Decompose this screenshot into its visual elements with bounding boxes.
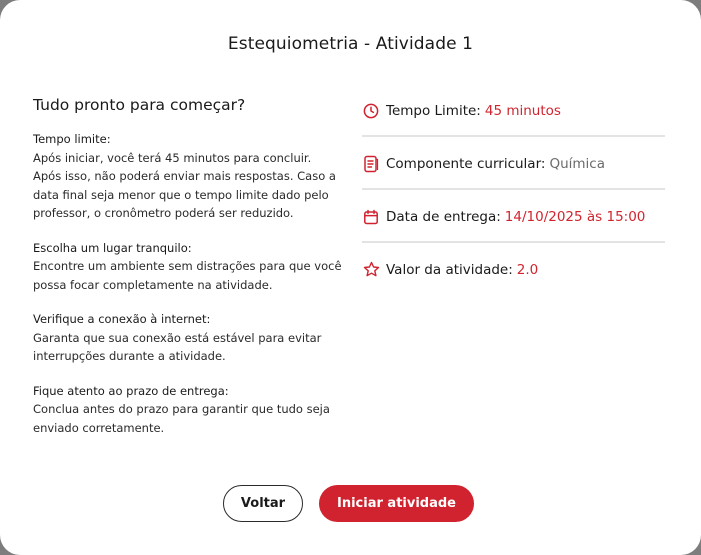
start-activity-button[interactable]: Iniciar atividade — [319, 485, 474, 522]
modal-title: Estequiometria - Atividade 1 — [227, 34, 474, 54]
grade-label: Valor da atividade: — [386, 261, 513, 278]
divider — [362, 188, 665, 190]
divider — [362, 241, 665, 243]
time-limit-value: 45 minutos — [484, 102, 561, 119]
grade-row: Valor da atividade: 2.0 — [362, 251, 665, 288]
instruction-block: Verifique a conexão à internet: Garanta … — [33, 310, 343, 366]
component-label: Componente curricular: — [386, 155, 546, 172]
back-button[interactable]: Voltar — [223, 485, 303, 522]
instruction-body: Garanta que sua conexão está estável par… — [33, 330, 322, 364]
instructions-panel: Tudo pronto para começar? Tempo limite: … — [33, 96, 343, 453]
instruction-body: Após iniciar, você terá 45 minutos para … — [33, 150, 336, 221]
instruction-title: Fique atento ao prazo de entrega: — [33, 383, 229, 398]
star-icon — [362, 261, 380, 279]
instruction-body: Encontre um ambiente sem distrações para… — [33, 259, 342, 292]
instruction-title: Tempo limite: — [33, 132, 111, 146]
component-row: Componente curricular: Química — [362, 145, 665, 182]
grade-value: 2.0 — [516, 261, 539, 278]
component-value: Química — [549, 155, 605, 172]
time-limit-label: Tempo Limite: — [386, 102, 481, 119]
instruction-block: Fique atento ao prazo de entrega: Conclu… — [33, 382, 343, 438]
instruction-block: Escolha um lugar tranquilo: Encontre um … — [33, 239, 343, 295]
divider — [362, 135, 665, 137]
clock-icon — [362, 102, 380, 120]
calendar-icon — [362, 208, 380, 226]
activity-info-panel: Tempo Limite: 45 minutos Componente curr… — [362, 92, 665, 288]
activity-modal: Estequiometria - Atividade 1 Tudo pronto… — [0, 0, 701, 555]
instructions-heading: Tudo pronto para começar? — [33, 96, 246, 114]
due-date-row: Data de entrega: 14/10/2025 às 15:00 — [362, 198, 665, 235]
due-date-value: 14/10/2025 às 15:00 — [504, 208, 646, 225]
instruction-title: Escolha um lugar tranquilo: — [33, 240, 192, 255]
instruction-block: Tempo limite: Após iniciar, você terá 45… — [33, 130, 343, 223]
time-limit-row: Tempo Limite: 45 minutos — [362, 92, 665, 129]
instruction-title: Verifique a conexão à internet: — [33, 312, 211, 326]
document-icon — [362, 155, 380, 173]
instruction-body: Conclua antes do prazo para garantir que… — [33, 402, 330, 435]
due-date-label: Data de entrega: — [386, 208, 501, 225]
